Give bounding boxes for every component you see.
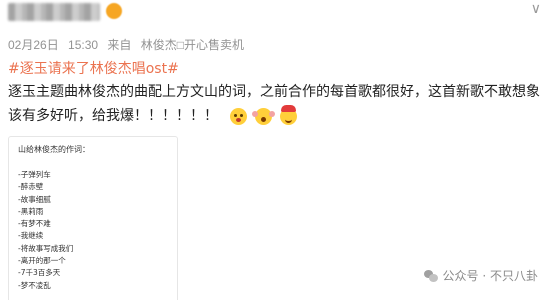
post-date[interactable]: 02月26日	[8, 38, 59, 52]
post-time[interactable]: 15:30	[68, 38, 98, 52]
list-item: -醉赤壁	[18, 182, 44, 192]
list-item: -离开的那一个	[18, 256, 66, 266]
lucky-hat-face-icon	[280, 104, 298, 125]
source-prefix: 来自	[107, 38, 132, 52]
list-item: -故事细腻	[18, 194, 51, 204]
user-badge-icon	[106, 3, 122, 19]
list-item: -我继续	[18, 231, 44, 241]
topic-hashtag[interactable]: #逐玉请来了林俊杰唱ost#	[8, 58, 179, 78]
list-item: -7千3百多天	[18, 268, 61, 278]
image-title: 山给林俊杰的作词：	[18, 145, 90, 154]
list-item: -将故事写成我们	[18, 243, 74, 253]
shocked-face-icon	[230, 107, 248, 125]
list-item: -有梦不难	[18, 219, 51, 229]
list-item: -黑莉雨	[18, 206, 44, 216]
post-body: 逐玉主题曲林俊杰的曲配上方文山的词，之前合作的每首歌都很好，这首新歌不敢想象该有…	[8, 80, 544, 128]
more-options-icon[interactable]: ∨	[531, 1, 541, 17]
username-blurred[interactable]	[8, 3, 100, 21]
cheer-face-icon	[252, 107, 273, 125]
song-list: -子弹列车 -醉赤壁 -故事细腻 -黑莉雨 -有梦不难 -我继续 -将故事写成我…	[18, 169, 177, 292]
weibo-post: ∨ 02月26日 15:30 来自 林俊杰□开心售卖机 #逐玉请来了林俊杰唱os…	[0, 0, 548, 300]
emoji-row	[230, 104, 298, 125]
wechat-icon	[423, 269, 439, 282]
source-device[interactable]: 林俊杰□开心售卖机	[141, 38, 244, 52]
post-image[interactable]: 山给林俊杰的作词： -子弹列车 -醉赤壁 -故事细腻 -黑莉雨 -有梦不难 -我…	[8, 136, 178, 300]
watermark: 公众号 · 不只八卦	[423, 267, 538, 284]
watermark-label: 公众号 · 不只八卦	[442, 269, 538, 283]
list-item: -子弹列车	[18, 170, 51, 179]
list-item: -梦不凌乱	[18, 280, 51, 290]
post-meta: 02月26日 15:30 来自 林俊杰□开心售卖机	[8, 36, 250, 53]
